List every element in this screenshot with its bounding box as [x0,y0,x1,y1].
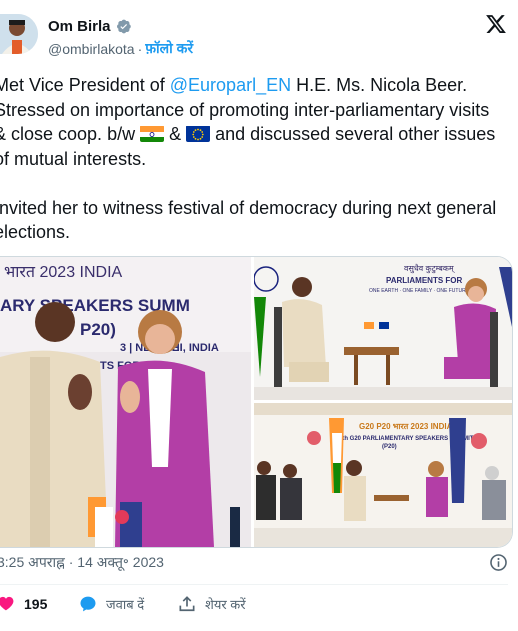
x-logo-icon[interactable] [485,13,507,35]
tweet-text-part3: & [164,124,187,144]
info-icon[interactable] [489,553,508,572]
avatar[interactable] [0,14,38,54]
main-banner-line3: P20) [80,320,116,339]
main-banner-line1: भारत 2023 INDIA [4,264,123,281]
photo-main[interactable]: भारत 2023 INDIA ARY SPEAKERS SUMM P20) 3… [0,257,251,547]
tweet-text: Met Vice President of @Europarl_EN H.E. … [0,73,504,245]
reply-label: जवाब दें [106,597,145,612]
share-upload-icon [179,596,195,612]
br-banner-line1: G20 P20 भारत 2023 INDIA [359,422,453,431]
tweet-header: Om Birla @ombirlakota · फ़ॉलो करें [0,0,518,66]
action-bar: 195 जवाब दें शेयर करें [0,594,518,618]
media-grid: भारत 2023 INDIA ARY SPEAKERS SUMM P20) 3… [0,256,513,548]
tweet-timestamp[interactable]: 3:25 अपराह्न · 14 अक्तू॰ 2023 [0,553,164,572]
india-flag-icon [140,125,165,142]
author-handle[interactable]: @ombirlakota [48,41,135,57]
reply-button[interactable]: जवाब दें [78,594,144,614]
photo-bottom-right[interactable]: G20 P20 भारत 2023 INDIA 9th G20 PARLIAME… [254,403,512,547]
author-name[interactable]: Om Birla [48,18,111,35]
reply-bubble-icon [80,596,96,612]
like-button[interactable]: 195 [0,594,47,614]
br-banner-line3: (P20) [382,444,397,450]
like-count: 195 [24,596,48,612]
heart-icon [0,596,14,611]
share-label: शेयर करें [205,597,246,612]
tr-banner-line3: ONE EARTH · ONE FAMILY · ONE FUTURE [369,288,470,294]
follow-button[interactable]: फ़ॉलो करें [145,39,193,58]
separator-dot: · [137,40,143,57]
verified-badge-icon [116,19,131,34]
eu-flag-icon [186,125,211,142]
divider [0,584,508,585]
photo-top-right[interactable]: वसुधैव कुटुम्बकम् PARLIAMENTS FOR ONE EA… [253,257,512,400]
tr-banner-line1: वसुधैव कुटुम्बकम् [404,263,456,274]
share-button[interactable]: शेयर करें [177,594,246,614]
mention-link[interactable]: @Europarl_EN [170,75,291,95]
tr-banner-line2: PARLIAMENTS FOR [386,276,463,285]
tweet-text-part1: Met Vice President of [0,75,170,95]
